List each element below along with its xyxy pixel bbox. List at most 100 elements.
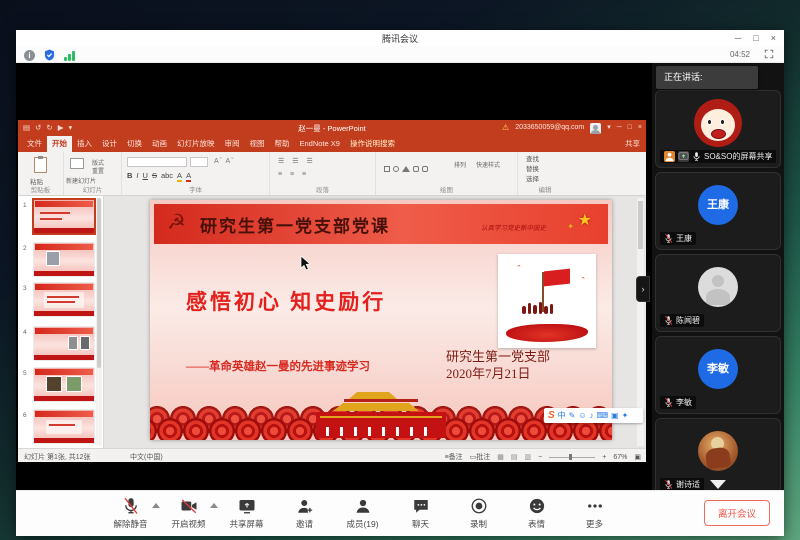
font-size-select[interactable] — [190, 157, 208, 167]
reset-label[interactable]: 重置 — [92, 166, 104, 175]
members-button[interactable]: 成员(19) — [340, 497, 385, 530]
group-label-slides: 幻灯片 — [64, 184, 121, 194]
account-avatar[interactable] — [590, 123, 601, 134]
arrange-button[interactable]: 排列 — [454, 160, 466, 169]
participant-tile[interactable]: 陈闻碧 — [655, 254, 781, 332]
notes-button[interactable]: ≡备注 — [445, 452, 463, 462]
paste-icon[interactable] — [34, 157, 47, 173]
participant-name: 王康 — [676, 233, 692, 244]
tell-me-search[interactable]: 操作说明搜索 — [345, 136, 400, 152]
tab-home[interactable]: 开始 — [47, 136, 72, 152]
tab-endnote[interactable]: EndNote X9 — [295, 136, 345, 152]
participant-tile[interactable]: 谢诗适 — [655, 418, 781, 490]
slideshow-icon[interactable]: ▶ — [58, 122, 64, 134]
emoji-button[interactable]: 表情 — [514, 497, 559, 530]
sogou-logo[interactable]: S — [548, 408, 555, 423]
fullscreen-icon[interactable] — [764, 49, 774, 59]
slide-thumbnail-2[interactable] — [34, 243, 94, 276]
meeting-info-icon[interactable]: i — [24, 50, 35, 61]
ppt-maximize-button[interactable]: □ — [628, 122, 632, 134]
ime-chinese-mode-icon[interactable]: 中 — [558, 408, 566, 423]
mic-options-caret[interactable] — [152, 503, 160, 508]
current-slide[interactable]: ☭ 研究生第一党支部党课 认真学习党史新中国史 ★ ✦ 感悟初心 知史励行 ——… — [150, 200, 612, 440]
new-slide-icon[interactable] — [70, 158, 84, 169]
ime-clipboard-icon[interactable]: ▣ — [611, 408, 619, 423]
share-button[interactable]: 共享 — [625, 136, 640, 152]
ribbon-display-icon[interactable]: ▾ — [607, 122, 611, 134]
align-buttons[interactable]: ≡ ≡ ≡ — [278, 171, 309, 178]
tab-animations[interactable]: 动画 — [147, 136, 172, 152]
undo-icon[interactable]: ↺ — [35, 122, 41, 134]
tab-insert[interactable]: 插入 — [72, 136, 97, 152]
view-normal-icon[interactable]: ▦ — [497, 453, 504, 461]
tab-review[interactable]: 审阅 — [220, 136, 245, 152]
ime-pen-icon[interactable]: ✎ — [569, 408, 576, 423]
ime-emoji-icon[interactable]: ☺ — [578, 408, 586, 423]
comments-button[interactable]: ▭批注 — [470, 452, 491, 462]
list-buttons[interactable]: ☰ ☰ ☰ — [278, 157, 316, 165]
quick-styles-button[interactable]: 快速样式 — [476, 160, 500, 169]
minimize-button[interactable]: ─ — [735, 32, 741, 44]
view-sorter-icon[interactable]: ▤ — [511, 453, 518, 461]
invite-button[interactable]: 邀请 — [282, 497, 327, 530]
mic-muted-icon — [664, 233, 673, 244]
ppt-close-button[interactable]: × — [638, 122, 642, 134]
tab-file[interactable]: 文件 — [22, 136, 47, 152]
video-options-caret[interactable] — [210, 503, 218, 508]
redo-icon[interactable]: ↻ — [46, 122, 52, 134]
thumbnail-scrollbar[interactable] — [96, 198, 102, 446]
tab-transitions[interactable]: 切换 — [122, 136, 147, 152]
language-status[interactable]: 中文(中国) — [130, 452, 163, 462]
tab-design[interactable]: 设计 — [97, 136, 122, 152]
font-color-button[interactable]: A — [186, 171, 191, 182]
fit-slide-icon[interactable]: ▣ — [634, 453, 641, 461]
tab-view[interactable]: 视图 — [245, 136, 270, 152]
char-spacing-button[interactable]: abc — [161, 171, 173, 182]
slide-thumbnail-3[interactable] — [34, 283, 94, 316]
zoom-in-button[interactable]: + — [602, 454, 606, 461]
replace-button[interactable]: 替换 — [526, 165, 539, 175]
maximize-button[interactable]: □ — [753, 32, 758, 44]
start-video-button[interactable]: 开启视频 — [166, 497, 211, 530]
ime-voice-icon[interactable]: ♪ — [590, 408, 594, 423]
ime-toolbox-icon[interactable]: ✦ — [622, 408, 629, 423]
more-button[interactable]: 更多 — [572, 497, 617, 530]
scroll-more-participants-icon[interactable] — [710, 480, 726, 489]
customize-qat-icon[interactable]: ▾ — [68, 122, 72, 134]
find-button[interactable]: 查找 — [526, 155, 539, 165]
underline-button[interactable]: U — [143, 171, 148, 182]
ime-toolbar[interactable]: S 中 ✎ ☺ ♪ ⌨ ▣ ✦ — [544, 408, 643, 423]
strikethrough-button[interactable]: S — [152, 171, 157, 182]
record-button[interactable]: 录制 — [456, 497, 501, 530]
view-reading-icon[interactable]: ▥ — [525, 453, 532, 461]
slide-thumbnail-1[interactable] — [34, 200, 94, 233]
italic-button[interactable]: I — [136, 171, 138, 182]
font-name-select[interactable] — [127, 157, 187, 167]
close-button[interactable]: × — [771, 32, 776, 44]
security-shield-icon[interactable] — [44, 49, 55, 61]
shapes-gallery[interactable] — [384, 160, 431, 178]
ppt-minimize-button[interactable]: ─ — [617, 122, 622, 134]
slide-thumbnail-5[interactable] — [34, 368, 94, 401]
participant-tile[interactable]: 王康 王康 — [655, 172, 781, 250]
unmute-button[interactable]: 解除静音 — [108, 497, 153, 530]
ime-keyboard-icon[interactable]: ⌨ — [597, 408, 609, 423]
tab-slideshow[interactable]: 幻灯片放映 — [172, 136, 220, 152]
participant-tile-screen-share[interactable]: SO&SO的屏幕共享 — [655, 90, 781, 168]
zoom-level[interactable]: 67% — [613, 454, 627, 461]
chat-button[interactable]: 聊天 — [398, 497, 443, 530]
highlight-button[interactable]: A — [177, 171, 182, 182]
zoom-out-button[interactable]: − — [538, 454, 542, 461]
slide-thumbnail-6[interactable] — [34, 410, 94, 443]
leave-meeting-button[interactable]: 离开会议 — [704, 500, 770, 526]
share-screen-button[interactable]: 共享屏幕 — [224, 497, 269, 530]
zoom-slider[interactable] — [549, 457, 595, 458]
slide-thumbnail-4[interactable] — [34, 327, 94, 360]
account-email[interactable]: 2033650059@qq.com — [515, 122, 584, 134]
font-grow-shrink-icons[interactable]: Aˆ Aˇ — [214, 158, 235, 165]
sidebar-collapse-handle[interactable]: › — [636, 276, 650, 302]
save-icon[interactable]: ▤ — [23, 122, 30, 134]
tab-help[interactable]: 帮助 — [270, 136, 295, 152]
participant-tile[interactable]: 李敏 李敏 — [655, 336, 781, 414]
bold-button[interactable]: B — [127, 171, 132, 182]
